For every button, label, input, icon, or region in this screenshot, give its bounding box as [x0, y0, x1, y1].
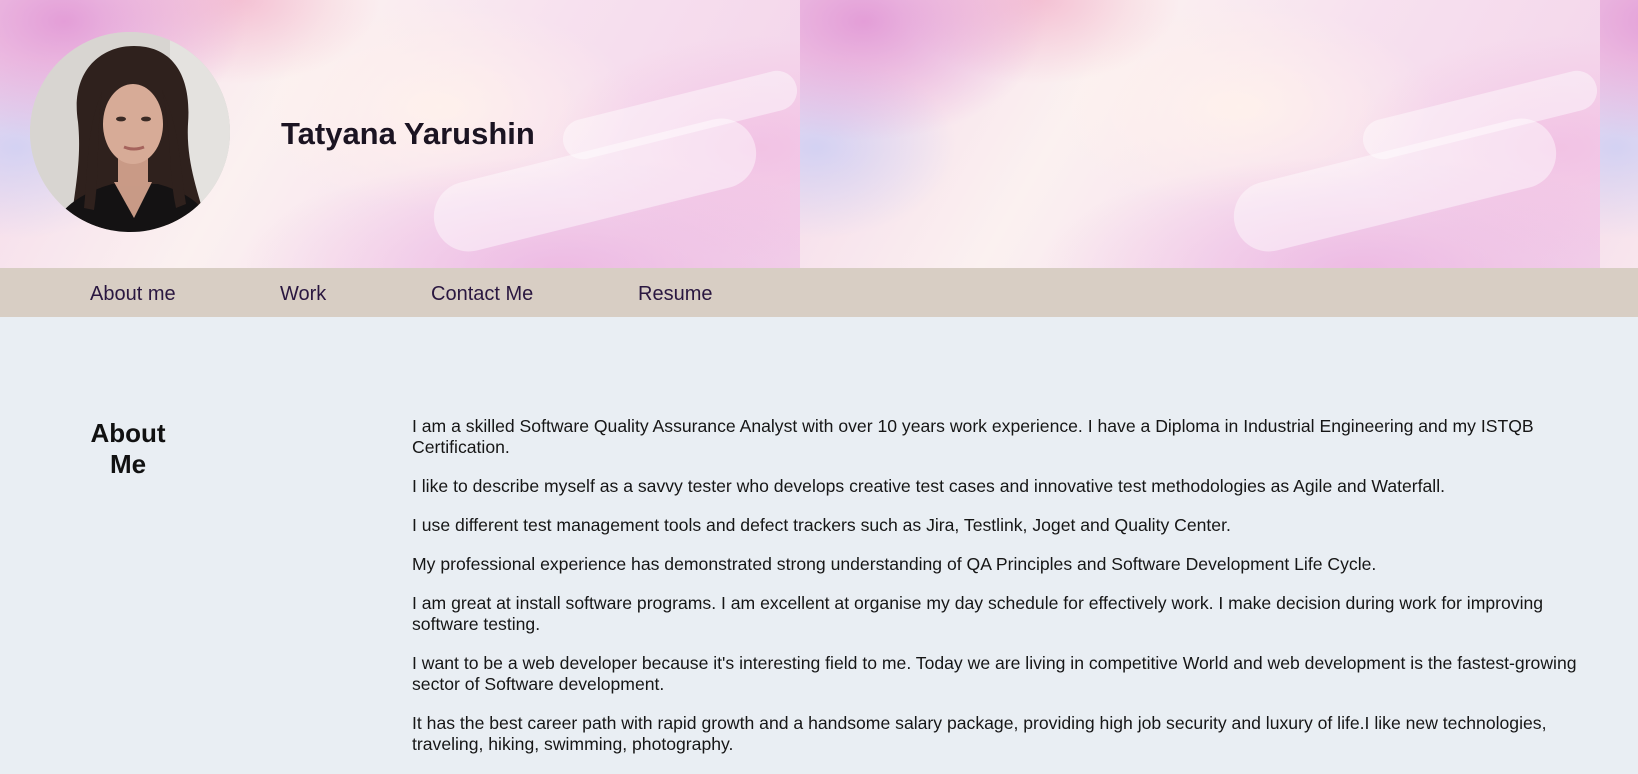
about-paragraph: I am a skilled Software Quality Assuranc…	[412, 416, 1534, 457]
nav-link-work[interactable]: Work	[280, 268, 326, 320]
about-paragraph: I like to describe myself as a savvy tes…	[412, 476, 1446, 496]
about-paragraph: I use different test management tools an…	[412, 515, 1231, 535]
profile-photo-icon	[30, 32, 230, 232]
about-text: I am a skilled Software Quality Assuranc…	[412, 416, 1582, 773]
main-nav: About me Work Contact Me Resume	[0, 268, 1638, 317]
nav-link-resume[interactable]: Resume	[638, 268, 712, 320]
about-paragraph: My professional experience has demonstra…	[412, 554, 1377, 574]
banner-background	[800, 0, 1600, 268]
nav-link-contact-me[interactable]: Contact Me	[431, 268, 533, 320]
about-paragraph: I want to be a web developer because it'…	[412, 653, 1577, 694]
about-paragraph: It has the best career path with rapid g…	[412, 713, 1547, 754]
about-heading: About Me	[90, 418, 166, 479]
site-title: Tatyana Yarushin	[281, 116, 535, 151]
banner-background	[1600, 0, 1638, 268]
header-banner: Tatyana Yarushin	[0, 0, 1638, 268]
profile-photo-avatar	[30, 32, 230, 232]
nav-link-about-me[interactable]: About me	[90, 268, 176, 320]
about-paragraph: I am great at install software programs.…	[412, 593, 1544, 634]
page: Tatyana Yarushin About me Work Contact M…	[0, 0, 1638, 774]
